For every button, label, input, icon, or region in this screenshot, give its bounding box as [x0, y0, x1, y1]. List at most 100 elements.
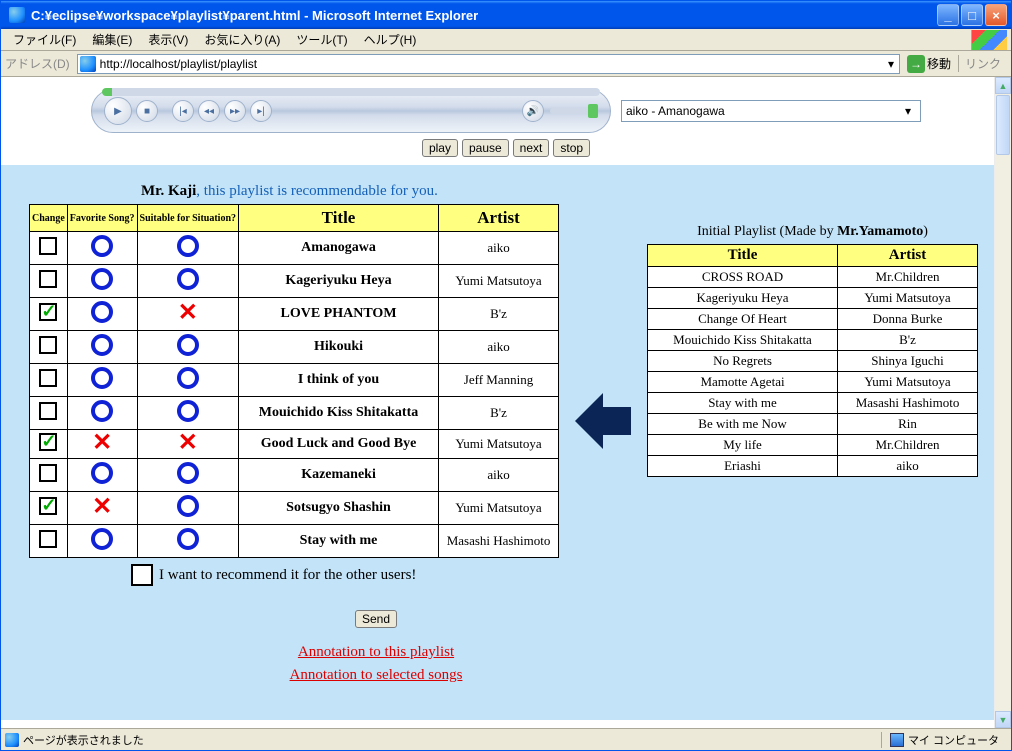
menu-tools[interactable]: ツール(T): [288, 29, 355, 50]
circle-icon[interactable]: [177, 235, 199, 257]
status-text: ページが表示されました: [23, 732, 144, 748]
annotation-playlist-link[interactable]: Annotation to this playlist: [1, 644, 1001, 661]
circle-icon[interactable]: [91, 235, 113, 257]
address-label: アドレス(D): [5, 55, 74, 72]
song-title: Be with me Now: [648, 414, 838, 435]
table-row: No RegretsShinya Iguchi: [648, 351, 978, 372]
rewind-icon[interactable]: ◂◂: [198, 100, 220, 122]
url-dropdown-icon[interactable]: ▾: [883, 57, 899, 71]
url-input[interactable]: [98, 57, 883, 71]
change-checkbox[interactable]: [39, 336, 57, 354]
address-bar: アドレス(D) ▾ → 移動 リンク: [1, 51, 1011, 77]
player-area: ▶ ■ |◂ ◂◂ ▸▸ ▸| 🔊 aiko - Amanogawa ▾: [1, 77, 1011, 157]
go-button[interactable]: → 移動: [903, 55, 955, 73]
track-select[interactable]: aiko - Amanogawa ▾: [621, 100, 921, 122]
circle-icon[interactable]: [177, 400, 199, 422]
menu-help[interactable]: ヘルプ(H): [356, 29, 425, 50]
circle-icon[interactable]: [91, 367, 113, 389]
table-row: Mouichido Kiss ShitakattaB'z: [30, 397, 559, 430]
song-artist: Donna Burke: [838, 309, 978, 330]
stop-icon[interactable]: ■: [136, 100, 158, 122]
change-checkbox[interactable]: [39, 402, 57, 420]
annotation-songs-link[interactable]: Annotation to selected songs: [1, 667, 1001, 684]
vertical-scrollbar[interactable]: ▲ ▼: [994, 77, 1011, 728]
song-artist: B'z: [838, 330, 978, 351]
col-change: Change: [30, 205, 68, 232]
cross-icon[interactable]: ✕: [178, 434, 198, 452]
seek-slider[interactable]: [102, 88, 600, 96]
prev-track-icon[interactable]: |◂: [172, 100, 194, 122]
circle-icon[interactable]: [177, 495, 199, 517]
cross-icon[interactable]: ✕: [178, 304, 198, 322]
table-row: ✕✕Good Luck and Good ByeYumi Matsutoya: [30, 430, 559, 459]
recommend-line: Mr. Kaji, this playlist is recommendable…: [141, 183, 1001, 200]
song-title: Change Of Heart: [648, 309, 838, 330]
circle-icon[interactable]: [91, 301, 113, 323]
song-artist: Jeff Manning: [439, 364, 559, 397]
circle-icon[interactable]: [177, 268, 199, 290]
circle-icon[interactable]: [177, 462, 199, 484]
now-playing-label: aiko - Amanogawa: [626, 104, 900, 118]
change-checkbox[interactable]: [39, 369, 57, 387]
main-panel: Mr. Kaji, this playlist is recommendable…: [1, 165, 1011, 720]
table-row: Mamotte AgetaiYumi Matsutoya: [648, 372, 978, 393]
song-title: Good Luck and Good Bye: [239, 430, 439, 459]
col-favorite: Favorite Song?: [67, 205, 137, 232]
links-label[interactable]: リンク: [958, 55, 1007, 72]
circle-icon[interactable]: [91, 334, 113, 356]
url-box[interactable]: ▾: [77, 54, 900, 74]
mute-icon[interactable]: 🔊: [522, 100, 544, 122]
change-checkbox[interactable]: [39, 464, 57, 482]
circle-icon[interactable]: [177, 334, 199, 356]
change-checkbox[interactable]: [39, 303, 57, 321]
minimize-button[interactable]: _: [937, 4, 959, 26]
circle-icon[interactable]: [177, 528, 199, 550]
song-title: Sotsugyo Shashin: [239, 492, 439, 525]
table-row: Stay with meMasashi Hashimoto: [648, 393, 978, 414]
change-checkbox[interactable]: [39, 433, 57, 451]
song-artist: Yumi Matsutoya: [838, 288, 978, 309]
volume-slider[interactable]: [550, 108, 598, 114]
recommend-others-checkbox[interactable]: [131, 564, 153, 586]
song-artist: B'z: [439, 298, 559, 331]
table-row: Amanogawaaiko: [30, 232, 559, 265]
menu-view[interactable]: 表示(V): [140, 29, 196, 50]
song-artist: Rin: [838, 414, 978, 435]
menu-favorites[interactable]: お気に入り(A): [196, 29, 288, 50]
close-button[interactable]: ×: [985, 4, 1007, 26]
song-artist: aiko: [439, 232, 559, 265]
circle-icon[interactable]: [91, 400, 113, 422]
circle-icon[interactable]: [91, 268, 113, 290]
menu-edit[interactable]: 編集(E): [84, 29, 140, 50]
play-button[interactable]: play: [422, 139, 458, 157]
recommended-playlist-table: Change Favorite Song? Suitable for Situa…: [29, 204, 559, 558]
circle-icon[interactable]: [91, 528, 113, 550]
circle-icon[interactable]: [177, 367, 199, 389]
play-icon[interactable]: ▶: [104, 97, 132, 125]
stop-button[interactable]: stop: [553, 139, 590, 157]
change-checkbox[interactable]: [39, 270, 57, 288]
scroll-down-icon[interactable]: ▼: [995, 711, 1011, 728]
arrow-left-icon: [575, 393, 631, 449]
cross-icon[interactable]: ✕: [92, 498, 112, 516]
song-title: I think of you: [239, 364, 439, 397]
scroll-thumb[interactable]: [996, 95, 1010, 155]
forward-icon[interactable]: ▸▸: [224, 100, 246, 122]
maximize-button[interactable]: □: [961, 4, 983, 26]
song-title: Mamotte Agetai: [648, 372, 838, 393]
next-track-icon[interactable]: ▸|: [250, 100, 272, 122]
cross-icon[interactable]: ✕: [92, 434, 112, 452]
windows-flag-icon: [971, 30, 1007, 50]
change-checkbox[interactable]: [39, 237, 57, 255]
next-button[interactable]: next: [513, 139, 550, 157]
send-button[interactable]: Send: [355, 610, 397, 628]
change-checkbox[interactable]: [39, 530, 57, 548]
change-checkbox[interactable]: [39, 497, 57, 515]
table-row: ✕Sotsugyo ShashinYumi Matsutoya: [30, 492, 559, 525]
menu-file[interactable]: ファイル(F): [5, 29, 84, 50]
pause-button[interactable]: pause: [462, 139, 509, 157]
circle-icon[interactable]: [91, 462, 113, 484]
scroll-up-icon[interactable]: ▲: [995, 77, 1011, 94]
table-row: Kazemanekiaiko: [30, 459, 559, 492]
content-area: ▶ ■ |◂ ◂◂ ▸▸ ▸| 🔊 aiko - Amanogawa ▾: [1, 77, 1011, 728]
